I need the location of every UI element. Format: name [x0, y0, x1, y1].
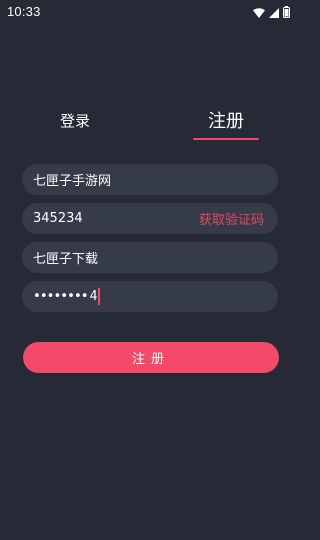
nickname-field[interactable]: 七匣子下载	[22, 242, 278, 273]
wifi-icon	[253, 3, 265, 22]
register-screen: 10:33 登录 注册 七匣子手游网 345234 获取验证码 七匣子下载 ••…	[0, 0, 300, 540]
verification-code-value: 345234	[33, 211, 83, 226]
active-tab-indicator	[193, 138, 259, 140]
verification-code-field[interactable]: 345234 获取验证码	[22, 203, 278, 234]
status-time: 10:33	[7, 4, 41, 19]
status-icons	[253, 5, 290, 19]
password-value: •••••••• 4	[33, 288, 264, 305]
cellular-signal-icon	[269, 3, 279, 22]
nickname-value: 七匣子下载	[33, 252, 99, 267]
password-last-char: 4	[89, 289, 98, 304]
tab-login[interactable]: 登录	[40, 100, 110, 140]
username-value: 七匣子手游网	[33, 174, 112, 189]
text-caret	[98, 288, 101, 305]
username-field[interactable]: 七匣子手游网	[22, 164, 278, 195]
register-button[interactable]: 注册	[23, 342, 279, 373]
battery-icon	[283, 3, 290, 22]
password-mask: ••••••••	[33, 289, 89, 304]
auth-tabs: 登录 注册	[0, 100, 300, 144]
password-field[interactable]: •••••••• 4	[22, 281, 278, 312]
get-code-button[interactable]: 获取验证码	[199, 209, 264, 228]
tab-register[interactable]: 注册	[190, 100, 262, 140]
status-bar: 10:33	[0, 0, 300, 24]
